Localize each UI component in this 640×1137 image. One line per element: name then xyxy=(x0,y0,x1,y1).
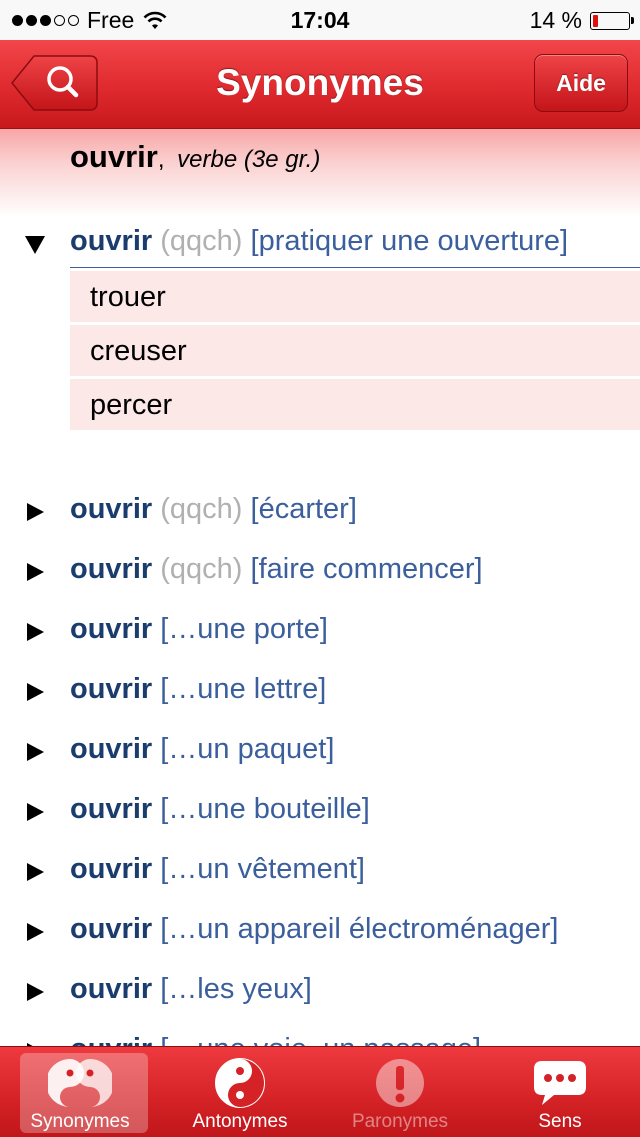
triangle-right-icon xyxy=(27,503,44,521)
triangle-right-icon xyxy=(27,623,44,641)
sense-gloss: […un paquet] xyxy=(160,733,335,765)
triangle-right-icon xyxy=(27,863,44,881)
synonym-item[interactable]: creuser xyxy=(70,325,640,377)
sense-verb: ouvrir xyxy=(70,225,153,257)
yin-yang-icon xyxy=(215,1058,265,1108)
sense-gloss: [faire commencer] xyxy=(250,553,483,585)
sense-row[interactable]: ouvrir (qqch) [écarter] xyxy=(0,485,640,541)
sense-verb: ouvrir xyxy=(70,973,153,1005)
sense-gloss: […une porte] xyxy=(160,613,328,645)
entry-separator: , xyxy=(157,146,165,173)
triangle-right-icon xyxy=(27,683,44,701)
tab-paronymes[interactable]: Paronymes xyxy=(320,1047,480,1137)
tab-sens[interactable]: Sens xyxy=(480,1047,640,1137)
sense-verb: ouvrir xyxy=(70,673,153,705)
sense-verb: ouvrir xyxy=(70,913,153,945)
sense-row[interactable]: ouvrir (qqch) [pratiquer une ouverture] xyxy=(0,217,640,273)
triangle-right-icon xyxy=(27,923,44,941)
triangle-right-icon xyxy=(27,803,44,821)
triangle-right-icon xyxy=(27,743,44,761)
synonym-item[interactable]: percer xyxy=(70,379,640,431)
battery-percent: 14 % xyxy=(529,7,582,33)
sense-gloss: [pratiquer une ouverture] xyxy=(250,225,569,257)
tab-synonymes[interactable]: Synonymes xyxy=(0,1047,160,1137)
sense-gloss: [écarter] xyxy=(250,493,357,525)
triangle-down-icon xyxy=(25,236,45,254)
grammar-label: verbe (3e gr.) xyxy=(177,146,321,173)
navigation-bar: Synonymes Aide xyxy=(0,40,640,129)
sense-row[interactable]: ouvrir […une porte] xyxy=(0,605,640,661)
sense-qualifier: (qqch) xyxy=(160,553,243,585)
exclamation-icon xyxy=(376,1059,424,1107)
synonym-label: trouer xyxy=(90,281,166,313)
divider xyxy=(70,267,640,268)
tab-bar: Synonymes Antonymes Paronymes Sens xyxy=(0,1046,640,1137)
synonym-label: percer xyxy=(90,389,173,421)
tab-label: Paronymes xyxy=(351,1111,449,1132)
sense-gloss: […un appareil électroménager] xyxy=(160,913,559,945)
sense-qualifier: (qqch) xyxy=(160,493,243,525)
tab-label: Sens xyxy=(538,1111,582,1132)
sense-row[interactable]: ouvrir […une bouteille] xyxy=(0,785,640,841)
headword: ouvrir xyxy=(70,139,158,174)
entry-header: ouvrir, verbe (3e gr.) xyxy=(0,129,640,217)
sense-row[interactable]: ouvrir […les yeux] xyxy=(0,965,640,1021)
sense-row[interactable]: ouvrir (qqch) [faire commencer] xyxy=(0,545,640,601)
help-button[interactable]: Aide xyxy=(534,54,628,112)
synonym-label: creuser xyxy=(90,335,187,367)
sense-row[interactable]: ouvrir […une lettre] xyxy=(0,665,640,721)
battery-icon xyxy=(590,11,634,30)
tab-antonymes[interactable]: Antonymes xyxy=(160,1047,320,1137)
status-bar: Free 17:04 14 % xyxy=(0,0,640,40)
synonyms-icon xyxy=(48,1059,112,1107)
sense-gloss: […un vêtement] xyxy=(160,853,365,885)
sense-row[interactable]: ouvrir […un vêtement] xyxy=(0,845,640,901)
sense-row[interactable]: ouvrir […un appareil électroménager] xyxy=(0,905,640,961)
triangle-right-icon xyxy=(27,983,44,1001)
sense-gloss: […une bouteille] xyxy=(160,793,370,825)
sense-verb: ouvrir xyxy=(70,793,153,825)
sense-gloss: […les yeux] xyxy=(160,973,312,1005)
tab-label: Synonymes xyxy=(30,1111,130,1132)
sense-gloss: […une lettre] xyxy=(160,673,327,705)
speech-bubble-icon xyxy=(534,1061,586,1105)
triangle-right-icon xyxy=(27,563,44,581)
sense-verb: ouvrir xyxy=(70,613,153,645)
sense-verb: ouvrir xyxy=(70,553,153,585)
sense-row[interactable]: ouvrir […un paquet] xyxy=(0,725,640,781)
sense-qualifier: (qqch) xyxy=(160,225,243,257)
tab-label: Antonymes xyxy=(192,1111,288,1132)
synonym-item[interactable]: trouer xyxy=(70,271,640,323)
sense-verb: ouvrir xyxy=(70,733,153,765)
sense-verb: ouvrir xyxy=(70,493,153,525)
sense-verb: ouvrir xyxy=(70,853,153,885)
